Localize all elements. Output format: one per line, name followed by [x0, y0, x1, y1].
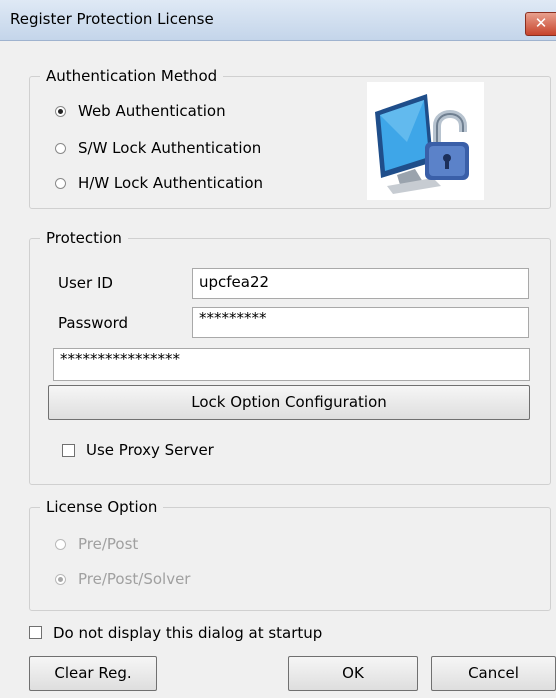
radio-button[interactable] — [55, 538, 66, 550]
license-option-group: License Option — [29, 498, 551, 611]
license-option-legend: License Option — [46, 498, 158, 516]
use-proxy-server-checkbox[interactable] — [62, 444, 75, 457]
ok-button[interactable]: OK — [288, 656, 418, 691]
close-button[interactable]: ✕ — [525, 12, 556, 36]
radio-hw-lock-authentication[interactable]: H/W Lock Authentication — [55, 174, 263, 192]
use-proxy-server-label: Use Proxy Server — [86, 441, 214, 459]
password-field[interactable]: ********* — [192, 307, 529, 338]
window-title: Register Protection License — [10, 10, 214, 28]
radio-pre-post-solver[interactable]: Pre/Post/Solver — [55, 570, 190, 588]
license-key-field[interactable]: **************** — [53, 348, 530, 381]
computer-padlock-icon — [367, 82, 484, 200]
radio-label: S/W Lock Authentication — [78, 139, 262, 157]
radio-button[interactable] — [55, 142, 66, 154]
radio-label: Pre/Post — [78, 535, 139, 553]
radio-button-selected[interactable] — [55, 573, 66, 585]
user-id-field[interactable]: upcfea22 — [192, 268, 529, 299]
authentication-method-legend: Authentication Method — [46, 67, 218, 85]
startup-label: Do not display this dialog at startup — [53, 624, 323, 642]
radio-button[interactable] — [55, 177, 66, 189]
radio-web-authentication[interactable]: Web Authentication — [55, 102, 226, 120]
radio-label: Web Authentication — [78, 102, 226, 120]
title-bar: Register Protection License ✕ — [0, 0, 556, 41]
radio-pre-post[interactable]: Pre/Post — [55, 535, 138, 553]
radio-label: Pre/Post/Solver — [78, 570, 191, 588]
clear-reg-button[interactable]: Clear Reg. — [29, 656, 157, 691]
startup-checkbox[interactable] — [29, 626, 42, 639]
cancel-button[interactable]: Cancel — [431, 656, 556, 691]
protection-legend: Protection — [46, 229, 122, 247]
lock-option-configuration-button[interactable]: Lock Option Configuration — [48, 385, 530, 420]
radio-label: H/W Lock Authentication — [78, 174, 264, 192]
radio-button-selected[interactable] — [55, 105, 66, 117]
radio-sw-lock-authentication[interactable]: S/W Lock Authentication — [55, 139, 261, 157]
password-label: Password — [58, 314, 129, 332]
close-icon: ✕ — [534, 14, 548, 32]
user-id-label: User ID — [58, 274, 113, 292]
